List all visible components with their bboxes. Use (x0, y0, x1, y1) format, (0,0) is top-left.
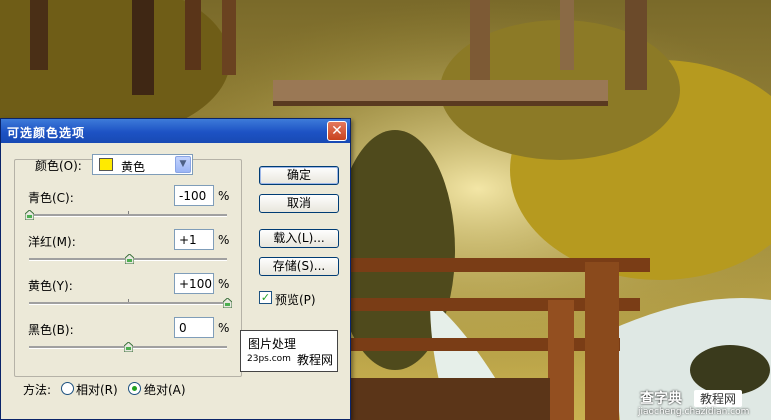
close-icon: ✕ (331, 123, 343, 139)
ok-button[interactable]: 确定 (259, 166, 339, 185)
magenta-percent-unit: % (218, 233, 230, 247)
yellow-slider-thumb[interactable] (222, 297, 233, 309)
preview-checkbox[interactable]: ✓ (259, 291, 272, 304)
selective-color-dialog: 可选颜色选项 ✕ 颜色(O): 黄色 ▼ 青色(C): -100 % 洋红(M)… (0, 118, 351, 420)
site-brand: 查字典 (640, 391, 682, 407)
close-button[interactable]: ✕ (327, 121, 347, 141)
chevron-down-icon[interactable]: ▼ (175, 156, 191, 173)
site-logo: 查字典 教程网 jiaocheng.chazidian.com (636, 388, 770, 420)
black-label: 黑色(B): (28, 323, 74, 337)
relative-radio-label: 相对(R) (76, 383, 118, 397)
preview-label: 预览(P) (275, 293, 316, 307)
cyan-percent-unit: % (218, 189, 230, 203)
magenta-label: 洋红(M): (28, 235, 76, 249)
save-button[interactable]: 存储(S)... (259, 257, 339, 276)
yellow-swatch-icon (99, 158, 113, 171)
yellow-label: 黄色(Y): (28, 279, 73, 293)
magenta-slider-thumb[interactable] (124, 253, 135, 265)
yellow-percent-unit: % (218, 277, 230, 291)
magenta-value-input[interactable]: +1 (174, 229, 214, 250)
color-label: 颜色(O): (35, 159, 82, 173)
cyan-value-input[interactable]: -100 (174, 185, 214, 206)
method-label: 方法: (23, 383, 52, 397)
yellow-slider-track[interactable] (29, 297, 233, 309)
load-button[interactable]: 载入(L)... (259, 229, 339, 248)
color-dropdown-value: 黄色 (121, 160, 146, 174)
black-value-input[interactable]: 0 (174, 317, 214, 338)
dialog-title-bar[interactable]: 可选颜色选项 ✕ (1, 119, 350, 143)
radio-dot-icon (132, 386, 137, 391)
watermark-line2: 教程网 (297, 353, 334, 367)
site-url: jiaocheng.chazidian.com (638, 407, 750, 417)
cyan-slider-thumb[interactable] (24, 209, 35, 221)
cyan-label: 青色(C): (28, 191, 74, 205)
watermark-line1: 图片处理 (248, 337, 297, 351)
relative-radio[interactable] (61, 382, 74, 395)
dialog-title: 可选颜色选项 (7, 126, 86, 140)
check-icon: ✓ (260, 291, 271, 304)
black-percent-unit: % (218, 321, 230, 335)
black-slider-track[interactable] (29, 341, 227, 353)
watermark-url: 23ps.com (247, 354, 291, 364)
black-slider-thumb[interactable] (123, 341, 134, 353)
cancel-button[interactable]: 取消 (259, 194, 339, 213)
tutorial-watermark: 图片处理 23ps.com 教程网 (240, 330, 338, 372)
site-badge: 教程网 (694, 390, 743, 407)
absolute-radio[interactable] (128, 382, 141, 395)
cyan-slider-track[interactable] (24, 209, 227, 221)
color-dropdown[interactable]: 黄色 ▼ (92, 154, 193, 175)
magenta-slider-track[interactable] (29, 253, 227, 265)
yellow-value-input[interactable]: +100 (174, 273, 214, 294)
absolute-radio-label: 绝对(A) (144, 383, 186, 397)
